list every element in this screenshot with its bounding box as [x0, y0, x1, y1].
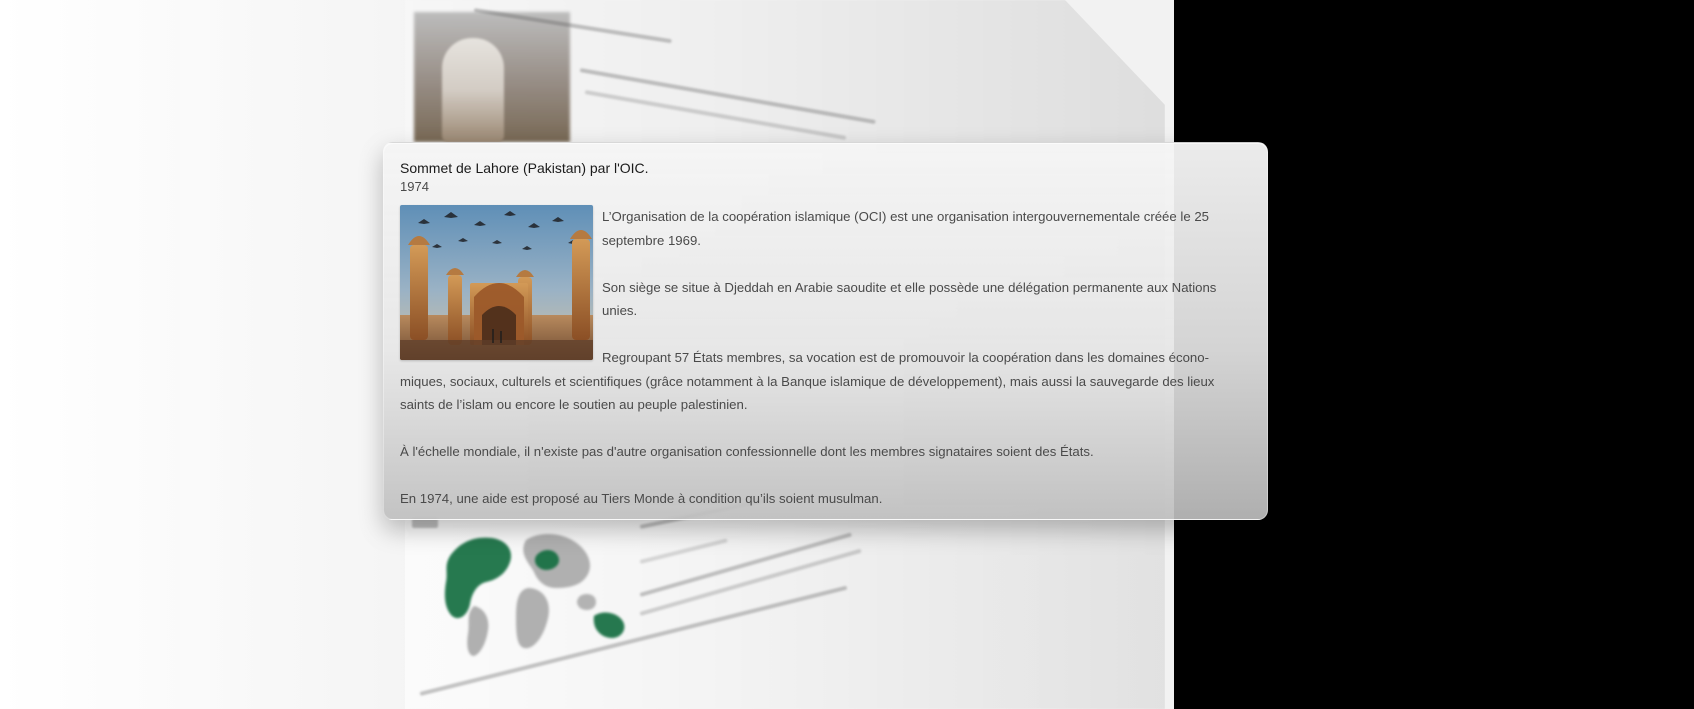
event-popup: Sommet de Lahore (Pakistan) par l'OIC. 1…: [383, 142, 1268, 520]
popup-year: 1974: [400, 179, 429, 194]
world-map-icon: [430, 510, 630, 660]
popup-paragraph-4: À l'échelle mondiale, il n'existe pas d'…: [400, 444, 1094, 459]
background-top-photo-figure: [442, 38, 504, 142]
popup-body: L’Organisation de la coopération islamiq…: [400, 205, 1251, 511]
popup-paragraph-5: En 1974, une aide est proposé au Tiers M…: [400, 491, 883, 506]
mosque-photo-icon: [400, 205, 593, 360]
popup-title: Sommet de Lahore (Pakistan) par l'OIC.: [400, 160, 649, 176]
left-background: [0, 0, 430, 709]
